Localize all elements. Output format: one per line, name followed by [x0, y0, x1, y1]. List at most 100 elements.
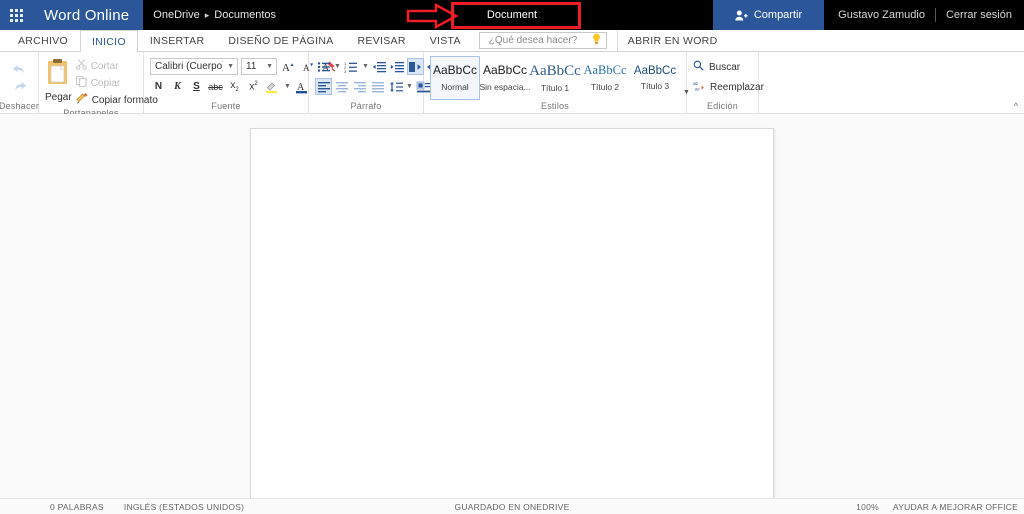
share-label: Compartir [753, 9, 803, 21]
font-size-combobox[interactable]: 11 ▼ [241, 58, 277, 75]
undo-arrow-icon[interactable] [12, 64, 27, 77]
style-name: Título 3 [640, 81, 670, 92]
style-preview: AaBbCc [432, 63, 478, 78]
document-page[interactable] [250, 128, 774, 514]
top-header-bar: Word Online OneDrive ▸ Documentos Compar… [0, 0, 1024, 30]
styles-gallery: AaBbCc Normal AaBbCc Sin espacia... AaBb… [430, 56, 693, 100]
status-zoom-level[interactable]: 100% [856, 502, 879, 512]
user-divider [934, 8, 936, 22]
status-bar: GUARDADO EN ONEDRIVE 0 PALABRAS INGLÉS (… [0, 498, 1024, 514]
breadcrumb-onedrive[interactable]: OneDrive [153, 9, 199, 21]
replace-command[interactable]: ab ac Reemplazar [693, 80, 764, 94]
search-icon [693, 60, 704, 74]
svg-text:ab: ab [693, 81, 699, 86]
font-family-combobox[interactable]: Calibri (Cuerpo) ▼ [150, 58, 238, 75]
tell-me-input[interactable] [486, 34, 591, 47]
svg-text:3: 3 [344, 69, 347, 73]
app-brand-title[interactable]: Word Online [32, 0, 144, 30]
tab-diseno-de-pagina[interactable]: DISEÑO DE PÁGINA [216, 30, 345, 51]
justify-icon[interactable] [369, 78, 386, 95]
superscript-glyph: x2 [249, 80, 258, 93]
style-normal[interactable]: AaBbCc Normal [430, 56, 480, 100]
cut-label: Cortar [90, 60, 119, 72]
breadcrumb-documentos[interactable]: Documentos [214, 9, 276, 21]
chevron-down-icon[interactable]: ▼ [283, 83, 292, 90]
user-area: Gustavo Zamudio Cerrar sesión [824, 0, 1024, 30]
collapse-ribbon-icon[interactable]: ^ [1014, 102, 1018, 111]
editing-group-body: Buscar ab ac Reemplazar [693, 55, 764, 101]
status-right-cluster: 100% AYUDAR A MEJORAR OFFICE [856, 502, 1024, 512]
breadcrumb: OneDrive ▸ Documentos [143, 0, 286, 30]
style-titulo-1[interactable]: AaBbCc Título 1 [529, 56, 581, 100]
tab-archivo[interactable]: ARCHIVO [6, 30, 80, 51]
underline-button[interactable]: S [188, 78, 205, 95]
paragraph-row-2: ▼ ▼ [315, 78, 442, 95]
user-name[interactable]: Gustavo Zamudio [838, 9, 925, 21]
undo-group-body [12, 52, 27, 101]
italic-button[interactable]: K [169, 78, 186, 95]
numbering-icon[interactable]: 1 2 3 [343, 58, 360, 75]
align-left-icon[interactable] [315, 78, 332, 95]
redo-arrow-icon[interactable] [12, 81, 27, 94]
line-spacing-icon[interactable] [387, 78, 404, 95]
lightbulb-icon [591, 33, 602, 48]
bold-button[interactable]: N [150, 78, 167, 95]
text-highlight-icon[interactable] [264, 78, 281, 95]
replace-label: Reemplazar [710, 81, 764, 93]
subscript-button[interactable]: x2 [226, 78, 243, 95]
tell-me-search-box[interactable] [478, 32, 607, 49]
style-name: Título 1 [540, 83, 570, 94]
ribbon-group-parrafo: ▼ 1 2 3 ▼ ▼ Párrafo [309, 52, 441, 113]
strikethrough-button[interactable]: abc [207, 78, 224, 95]
find-command[interactable]: Buscar [693, 60, 740, 74]
document-title[interactable]: Document [427, 5, 597, 25]
subscript-glyph: x2 [230, 80, 239, 93]
group-label-parrafo: Párrafo [350, 101, 382, 111]
paste-button[interactable]: Pegar [45, 56, 72, 103]
style-preview: AaBbCc [529, 62, 581, 79]
font-row-secondary: N K S abc x2 x2 ▼ A [150, 78, 322, 95]
font-group-body: Calibri (Cuerpo) ▼ 11 ▼ A A A N K S abc … [150, 55, 335, 101]
open-in-word-button[interactable]: ABRIR EN WORD [616, 30, 728, 51]
tab-insertar[interactable]: INSERTAR [138, 30, 217, 51]
document-canvas [0, 114, 1024, 514]
style-titulo-2[interactable]: AaBbCc Título 2 [580, 56, 630, 100]
style-name: Sin espacia... [479, 81, 531, 92]
share-button[interactable]: Compartir [712, 0, 825, 30]
breadcrumb-separator-icon: ▸ [204, 9, 210, 20]
chevron-down-icon[interactable]: ▼ [405, 83, 414, 90]
increase-indent-icon[interactable] [389, 58, 406, 75]
chevron-down-icon[interactable]: ▼ [223, 63, 234, 70]
font-family-value: Calibri (Cuerpo) [155, 61, 224, 72]
app-launcher-button[interactable] [0, 0, 32, 30]
tab-inicio[interactable]: INICIO [79, 30, 138, 53]
align-right-icon[interactable] [351, 78, 368, 95]
chevron-down-icon[interactable]: ▼ [361, 63, 370, 70]
status-feedback-link[interactable]: AYUDAR A MEJORAR OFFICE [893, 502, 1018, 512]
styles-group-body: AaBbCc Normal AaBbCc Sin espacia... AaBb… [430, 55, 690, 101]
grow-font-icon[interactable]: A [280, 58, 297, 75]
style-titulo-3[interactable]: AaBbCc Título 3 [630, 56, 680, 100]
decrease-indent-icon[interactable] [371, 58, 388, 75]
sign-out-link[interactable]: Cerrar sesión [946, 9, 1012, 21]
style-sin-espaciado[interactable]: AaBbCc Sin espacia... [479, 56, 531, 100]
svg-text:A: A [282, 62, 290, 73]
tab-revisar[interactable]: REVISAR [346, 30, 418, 51]
chevron-down-icon[interactable]: ▼ [333, 63, 342, 70]
tab-vista[interactable]: VISTA [418, 30, 473, 51]
ribbon: Deshacer Pegar Cortar Copiar Copiar form… [0, 52, 1024, 118]
replace-icon: ab ac [693, 80, 705, 94]
copy-icon [75, 76, 87, 90]
ribbon-group-estilos: AaBbCc Normal AaBbCc Sin espacia... AaBb… [424, 52, 690, 113]
ltr-text-direction-icon[interactable] [406, 58, 424, 75]
font-size-value: 11 [246, 61, 257, 72]
align-center-icon[interactable] [333, 78, 350, 95]
header-right-cluster: Compartir Gustavo Zamudio Cerrar sesión [712, 0, 1024, 30]
chevron-down-icon[interactable]: ▼ [262, 63, 273, 70]
find-label: Buscar [709, 61, 741, 73]
ribbon-group-portapapeles: Pegar Cortar Copiar Copiar formato Porta… [39, 52, 158, 118]
bullets-icon[interactable] [315, 58, 332, 75]
style-name: Título 2 [590, 81, 620, 92]
superscript-button[interactable]: x2 [245, 78, 262, 95]
ribbon-group-deshacer: Deshacer [0, 52, 39, 113]
